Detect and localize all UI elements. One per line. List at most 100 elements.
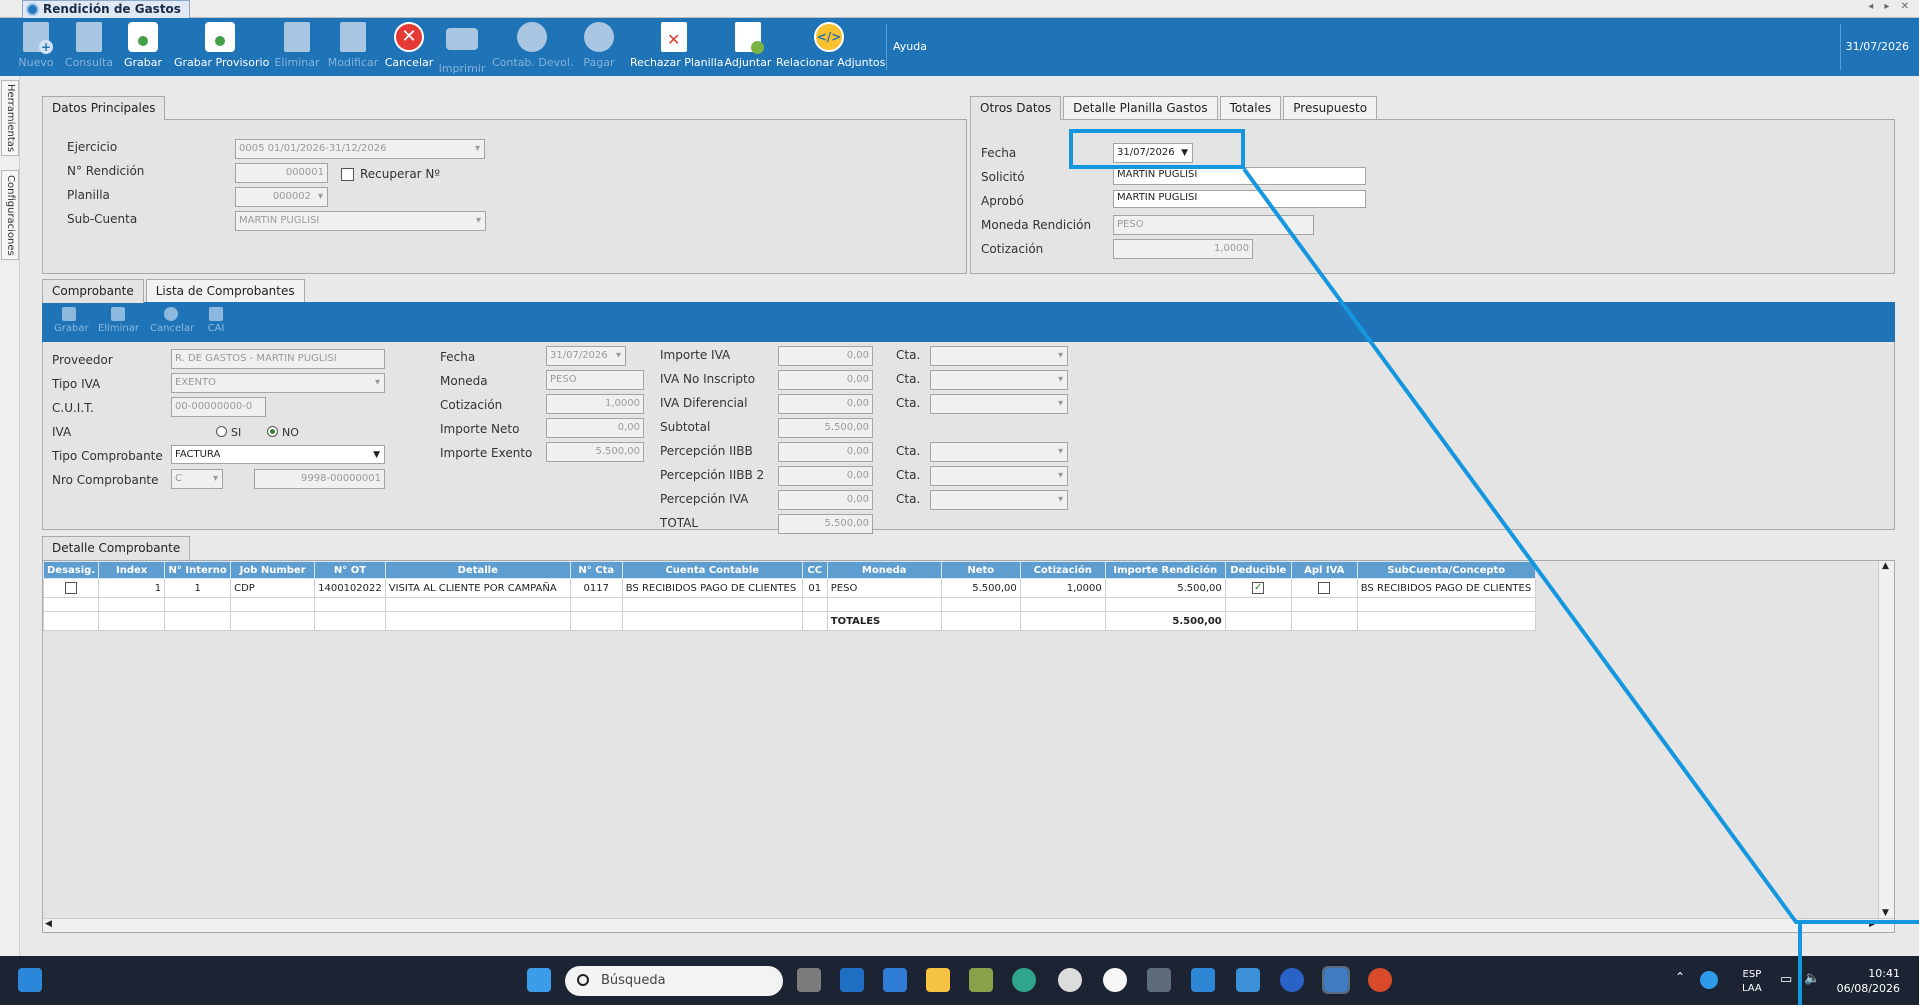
app-icon[interactable] <box>969 968 993 992</box>
help-icon[interactable] <box>1280 968 1304 992</box>
tipo-comprobante-select[interactable]: FACTURA <box>171 445 385 464</box>
col-subcuenta[interactable]: SubCuenta/Concepto <box>1356 561 1536 579</box>
col-desasig[interactable]: Desasig. <box>42 561 100 579</box>
onedrive-icon[interactable] <box>1700 971 1718 989</box>
query-button[interactable]: Consulta <box>63 22 115 74</box>
voucher-fecha-picker[interactable]: 31/07/2026 <box>546 346 626 366</box>
col-neto[interactable]: Neto <box>940 561 1021 579</box>
col-cuenta-contable[interactable]: Cuenta Contable <box>621 561 803 579</box>
tab-presupuesto[interactable]: Presupuesto <box>1283 96 1378 119</box>
col-cta[interactable]: N° Cta <box>569 561 623 579</box>
edge-icon[interactable] <box>1012 968 1036 992</box>
tab-nav-arrows[interactable]: ◂ ▸ ✕ <box>1868 1 1913 12</box>
rendicion-number-field[interactable]: 000001 <box>235 163 328 183</box>
proveedor-field[interactable]: R. DE GASTOS - MARTIN PUGLISI <box>171 349 385 369</box>
cta-select[interactable] <box>930 394 1068 414</box>
cuit-field[interactable]: 00-00000000-0 <box>171 397 266 417</box>
percepcion-iibb2-field[interactable]: 0,00 <box>778 466 873 486</box>
cta-select[interactable] <box>930 346 1068 366</box>
link-attachments-button[interactable]: </> Relacionar Adjuntos <box>776 22 885 74</box>
save-draft-button[interactable]: Grabar Provisorio <box>174 22 269 74</box>
deducible-checkbox[interactable]: ✓ <box>1252 582 1265 594</box>
iva-no-radio[interactable] <box>267 426 278 437</box>
active-app-icon[interactable] <box>1322 966 1350 994</box>
voucher-delete-button[interactable]: Eliminar <box>98 307 139 334</box>
desasig-cell[interactable] <box>42 578 100 598</box>
percepcion-iva-field[interactable]: 0,00 <box>778 490 873 510</box>
tab-datos-principales[interactable]: Datos Principales <box>42 96 166 120</box>
tipo-iva-select[interactable]: EXENTO <box>171 373 385 393</box>
scroll-up-icon[interactable]: ▲ <box>1882 561 1889 571</box>
col-job-number[interactable]: Job Number <box>230 561 316 579</box>
tab-lista-comprobantes[interactable]: Lista de Comprobantes <box>145 279 305 302</box>
desasig-checkbox[interactable] <box>65 582 78 594</box>
col-cotizacion[interactable]: Cotización <box>1019 561 1106 579</box>
iva-si-radio[interactable] <box>216 426 227 437</box>
ejercicio-select[interactable]: 0005 01/01/2026-31/12/2026 <box>235 139 485 159</box>
aprobo-field[interactable]: MARTIN PUGLISI <box>1113 190 1366 208</box>
task-view-icon[interactable] <box>797 968 821 992</box>
deducible-cell[interactable]: ✓ <box>1224 578 1292 598</box>
apl-iva-checkbox[interactable] <box>1318 582 1331 594</box>
col-interno[interactable]: N° Interno <box>164 561 232 579</box>
cotizacion-field[interactable]: 1,0000 <box>1113 239 1253 259</box>
windows-start-icon[interactable] <box>527 968 551 992</box>
solicito-field[interactable]: MARTIN PUGLISI <box>1113 167 1366 185</box>
widgets-icon[interactable] <box>18 968 42 992</box>
help-menu[interactable]: Ayuda <box>893 40 927 53</box>
total-field[interactable]: 5.500,00 <box>778 514 873 534</box>
app-icon[interactable] <box>1058 968 1082 992</box>
horizontal-scrollbar[interactable]: ◀ ▶ <box>43 918 1894 932</box>
delete-button[interactable]: Eliminar <box>272 22 322 74</box>
edit-button[interactable]: Modificar <box>326 22 380 74</box>
voucher-cotizacion-field[interactable]: 1,0000 <box>546 394 644 414</box>
vertical-scrollbar[interactable]: ▲ ▼ <box>1878 561 1894 918</box>
app-icon[interactable] <box>1236 968 1260 992</box>
importe-exento-field[interactable]: 5.500,00 <box>546 442 644 462</box>
importe-neto-field[interactable]: 0,00 <box>546 418 644 438</box>
col-moneda[interactable]: Moneda <box>826 561 942 579</box>
accounting-return-button[interactable]: Contab. Devol. <box>492 22 573 74</box>
col-deducible[interactable]: Deducible <box>1224 561 1292 579</box>
scroll-left-icon[interactable]: ◀ <box>45 919 52 929</box>
tab-totales[interactable]: Totales <box>1219 96 1282 119</box>
nro-comprobante-field[interactable]: 9998-00000001 <box>254 469 385 489</box>
calculator-icon[interactable] <box>1147 968 1171 992</box>
app-icon[interactable] <box>1103 968 1127 992</box>
cancel-button[interactable]: ✕ Cancelar <box>384 22 434 74</box>
save-button[interactable]: Grabar <box>119 22 167 74</box>
percepcion-iibb-field[interactable]: 0,00 <box>778 442 873 462</box>
new-button[interactable]: + Nuevo <box>12 22 60 74</box>
file-explorer-icon[interactable] <box>926 968 950 992</box>
importe-iva-field[interactable]: 0,00 <box>778 346 873 366</box>
document-tab[interactable]: Rendición de Gastos <box>22 0 190 18</box>
subtotal-field[interactable]: 5.500,00 <box>778 418 873 438</box>
volume-icon[interactable]: 🔈 <box>1804 971 1820 986</box>
iva-no-inscripto-field[interactable]: 0,00 <box>778 370 873 390</box>
voucher-cancel-button[interactable]: Cancelar <box>150 307 194 334</box>
chevron-up-icon[interactable]: ⌃ <box>1675 970 1685 984</box>
tab-comprobante[interactable]: Comprobante <box>42 279 144 303</box>
apl-iva-cell[interactable] <box>1290 578 1358 598</box>
cta-select[interactable] <box>930 466 1068 486</box>
planilla-select[interactable]: 000002 <box>235 187 328 207</box>
col-index[interactable]: Index <box>98 561 166 579</box>
col-apl-iva[interactable]: Apl IVA <box>1290 561 1358 579</box>
voucher-cai-button[interactable]: CAI <box>204 307 228 334</box>
table-row[interactable]: 1 1 CDP 1400102022 VISITA AL CLIENTE POR… <box>42 578 1536 598</box>
tab-detalle-planilla[interactable]: Detalle Planilla Gastos <box>1063 96 1218 119</box>
scroll-down-icon[interactable]: ▼ <box>1882 908 1889 918</box>
app-icon[interactable] <box>1191 968 1215 992</box>
iva-diferencial-field[interactable]: 0,00 <box>778 394 873 414</box>
voucher-save-button[interactable]: Grabar <box>54 307 89 334</box>
language-indicator[interactable]: ESP LAA <box>1742 968 1762 996</box>
col-ot[interactable]: N° OT <box>314 561 386 579</box>
subcuenta-select[interactable]: MARTIN PUGLISI <box>235 211 486 231</box>
scroll-right-icon[interactable]: ▶ <box>1869 919 1876 929</box>
taskbar-search[interactable]: Búsqueda <box>565 966 783 996</box>
tab-detalle-comprobante[interactable]: Detalle Comprobante <box>42 536 191 560</box>
outlook-icon[interactable] <box>840 968 864 992</box>
voucher-moneda-field[interactable]: PESO <box>546 370 644 390</box>
network-icon[interactable]: ▭ <box>1780 972 1792 987</box>
col-detalle[interactable]: Detalle <box>384 561 571 579</box>
